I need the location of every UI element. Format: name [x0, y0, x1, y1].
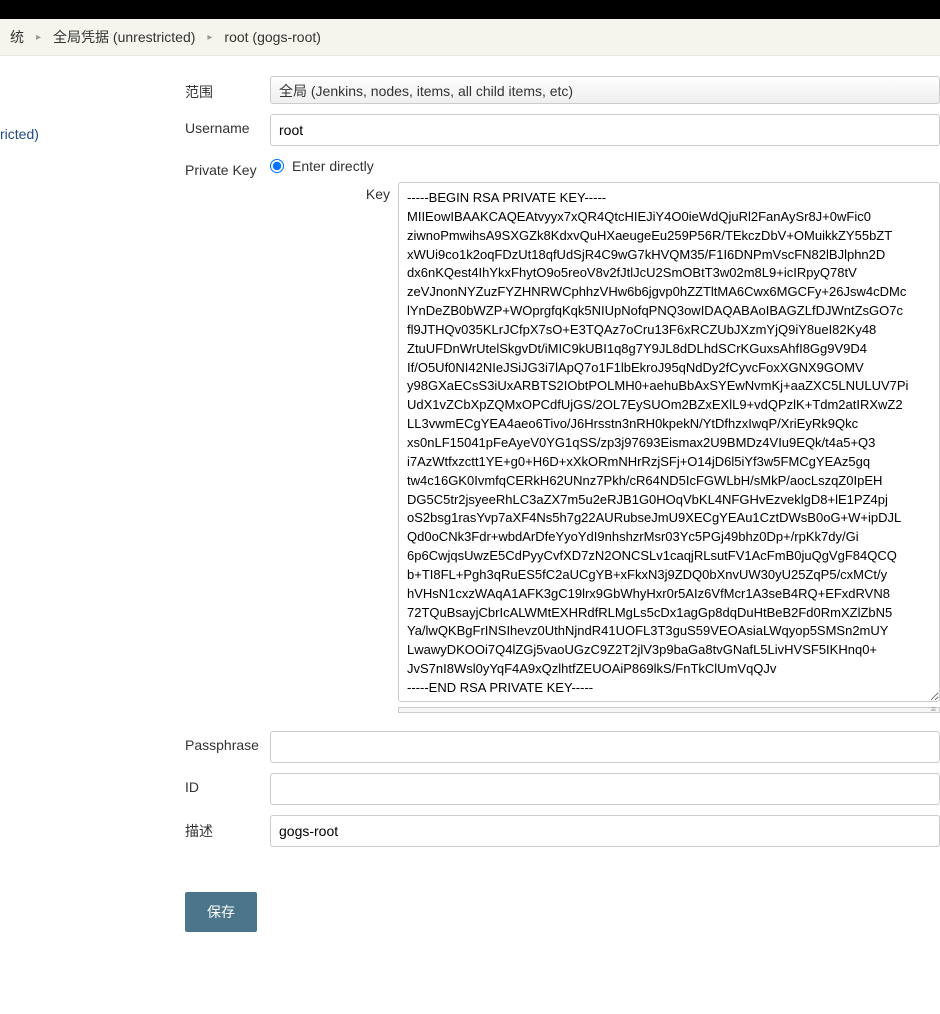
top-bar	[0, 0, 940, 19]
key-label: Key	[360, 182, 390, 202]
scope-label: 范围	[185, 76, 270, 102]
save-button[interactable]: 保存	[185, 892, 257, 932]
breadcrumb-item-2[interactable]: 全局凭据 (unrestricted)	[53, 27, 195, 47]
enter-directly-label: Enter directly	[292, 158, 374, 174]
breadcrumb-item-3[interactable]: root (gogs-root)	[224, 29, 320, 45]
scope-select[interactable]: 全局 (Jenkins, nodes, items, all child ite…	[270, 76, 940, 104]
chevron-right-icon: ▸	[36, 32, 41, 43]
grip-icon: ≡	[931, 706, 935, 712]
breadcrumb: 统 ▸ 全局凭据 (unrestricted) ▸ root (gogs-roo…	[0, 19, 940, 56]
username-label: Username	[185, 114, 270, 136]
id-label: ID	[185, 773, 270, 795]
description-input[interactable]	[270, 815, 940, 847]
private-key-label: Private Key	[185, 156, 270, 178]
passphrase-label: Passphrase	[185, 731, 270, 753]
key-textarea[interactable]	[398, 182, 940, 702]
id-input[interactable]	[270, 773, 940, 805]
description-label: 描述	[185, 815, 270, 841]
breadcrumb-item-1[interactable]: 统	[10, 27, 24, 47]
passphrase-input[interactable]	[270, 731, 940, 763]
resize-handle[interactable]: ≡	[398, 707, 940, 713]
chevron-right-icon: ▸	[207, 32, 212, 43]
username-input[interactable]	[270, 114, 940, 146]
sidebar-link[interactable]: ricted)	[0, 126, 39, 142]
enter-directly-radio[interactable]	[270, 159, 284, 173]
